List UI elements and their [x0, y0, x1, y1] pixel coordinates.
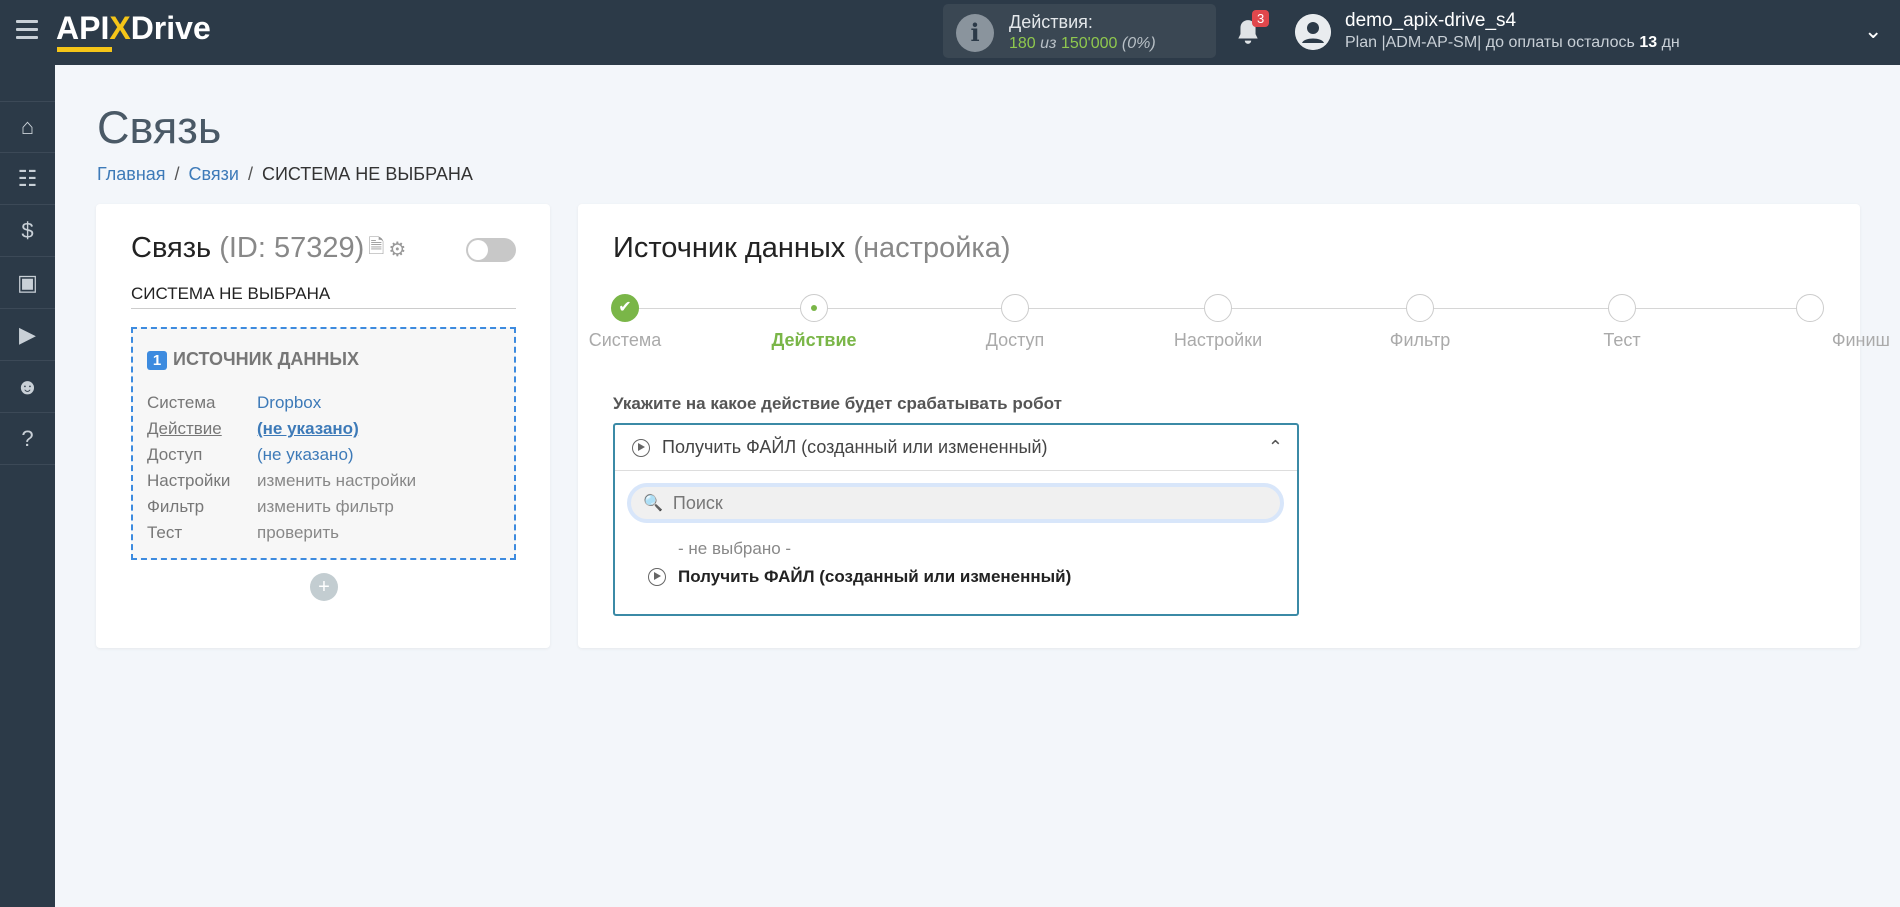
plan-info: Plan |ADM-AP-SM| до оплаты осталось 13 д…: [1345, 34, 1680, 51]
play-icon: [648, 568, 666, 586]
help-icon[interactable]: ?: [0, 413, 55, 465]
breadcrumb-current: СИСТЕМА НЕ ВЫБРАНА: [261, 164, 473, 184]
breadcrumb-home[interactable]: Главная: [97, 164, 166, 184]
notification-badge: 3: [1252, 10, 1270, 27]
connection-card: Связь (ID: 57329) 🗎 ⚙ СИСТЕМА НЕ ВЫБРАНА 1…: [96, 204, 550, 648]
sitemap-icon[interactable]: ☷: [0, 153, 55, 205]
logo[interactable]: APIXDrive: [56, 10, 211, 47]
source-settings-card: Источник данных (настройка) ✔ Система Дей…: [578, 204, 1890, 648]
step-access: Доступ: [935, 294, 1095, 351]
home-icon[interactable]: ⌂: [0, 101, 55, 153]
step-finish: Финиш: [1730, 294, 1890, 351]
chevron-up-icon[interactable]: ⌃: [1268, 437, 1283, 458]
actions-usage: 180 из 150'000 (0%): [1009, 35, 1156, 52]
select-current[interactable]: Получить ФАЙЛ (созданный или измененный)…: [615, 425, 1297, 471]
search-input[interactable]: 🔍 Поиск: [627, 483, 1284, 523]
row-filter: Фильтр изменить фильтр: [147, 497, 394, 516]
row-action: Действие (не указано): [147, 419, 359, 438]
step-test: Тест: [1542, 294, 1702, 351]
username[interactable]: demo_apix-drive_s4: [1345, 10, 1516, 32]
connection-toggle[interactable]: [466, 238, 516, 262]
avatar[interactable]: [1295, 14, 1331, 50]
sidebar: ⌂ ☷ $ ▣ ▶ ☻ ?: [0, 65, 55, 907]
document-icon[interactable]: 🗎: [368, 232, 384, 266]
option-none[interactable]: - не выбрано -: [678, 539, 791, 559]
row-access: Доступ (не указано): [147, 445, 354, 464]
action-question: Укажите на какое действие будет срабатыв…: [613, 394, 1062, 413]
section-title: Источник данных (настройка): [613, 232, 1011, 264]
info-icon: i: [956, 14, 994, 52]
option-get-file[interactable]: Получить ФАЙЛ (созданный или измененный): [648, 567, 1071, 587]
breadcrumb-links[interactable]: Связи: [189, 164, 239, 184]
youtube-icon[interactable]: ▶: [0, 309, 55, 361]
data-source-block[interactable]: 1 ИСТОЧНИК ДАННЫХ Система Dropbox Действие…: [131, 327, 516, 560]
step-system[interactable]: ✔ Система: [545, 294, 705, 351]
data-source-heading: 1 ИСТОЧНИК ДАННЫХ: [147, 349, 359, 370]
play-icon: [632, 438, 650, 457]
actions-label: Действия:: [1009, 12, 1093, 32]
add-step-button[interactable]: +: [310, 573, 338, 601]
user-icon[interactable]: ☻: [0, 361, 55, 413]
search-icon: 🔍: [643, 495, 663, 512]
logo-underline: [57, 47, 112, 52]
actions-counter: i Действия: 180 из 150'000 (0%): [943, 4, 1216, 58]
row-settings: Настройки изменить настройки: [147, 471, 417, 490]
row-test: Тест проверить: [147, 523, 340, 542]
chevron-down-icon[interactable]: ⌄: [1864, 18, 1882, 44]
row-system: Система Dropbox: [147, 393, 322, 412]
step-settings: Настройки: [1138, 294, 1298, 351]
gear-icon[interactable]: ⚙: [388, 237, 406, 262]
breadcrumb: Главная / Связи / СИСТЕМА НЕ ВЫБРАНА: [97, 164, 473, 184]
dollar-icon[interactable]: $: [0, 205, 55, 257]
system-name: СИСТЕМА НЕ ВЫБРАНА: [131, 284, 516, 309]
check-icon: ✔: [611, 294, 639, 322]
page-title: Связь: [97, 102, 222, 153]
action-select[interactable]: Получить ФАЙЛ (созданный или измененный)…: [613, 423, 1299, 616]
connection-title: Связь (ID: 57329) 🗎 ⚙: [131, 232, 406, 266]
menu-icon[interactable]: [16, 20, 38, 40]
top-bar: APIXDrive i Действия: 180 из 150'000 (0%…: [0, 0, 1900, 65]
step-filter: Фильтр: [1340, 294, 1500, 351]
step-action[interactable]: Действие: [734, 294, 894, 351]
briefcase-icon[interactable]: ▣: [0, 257, 55, 309]
